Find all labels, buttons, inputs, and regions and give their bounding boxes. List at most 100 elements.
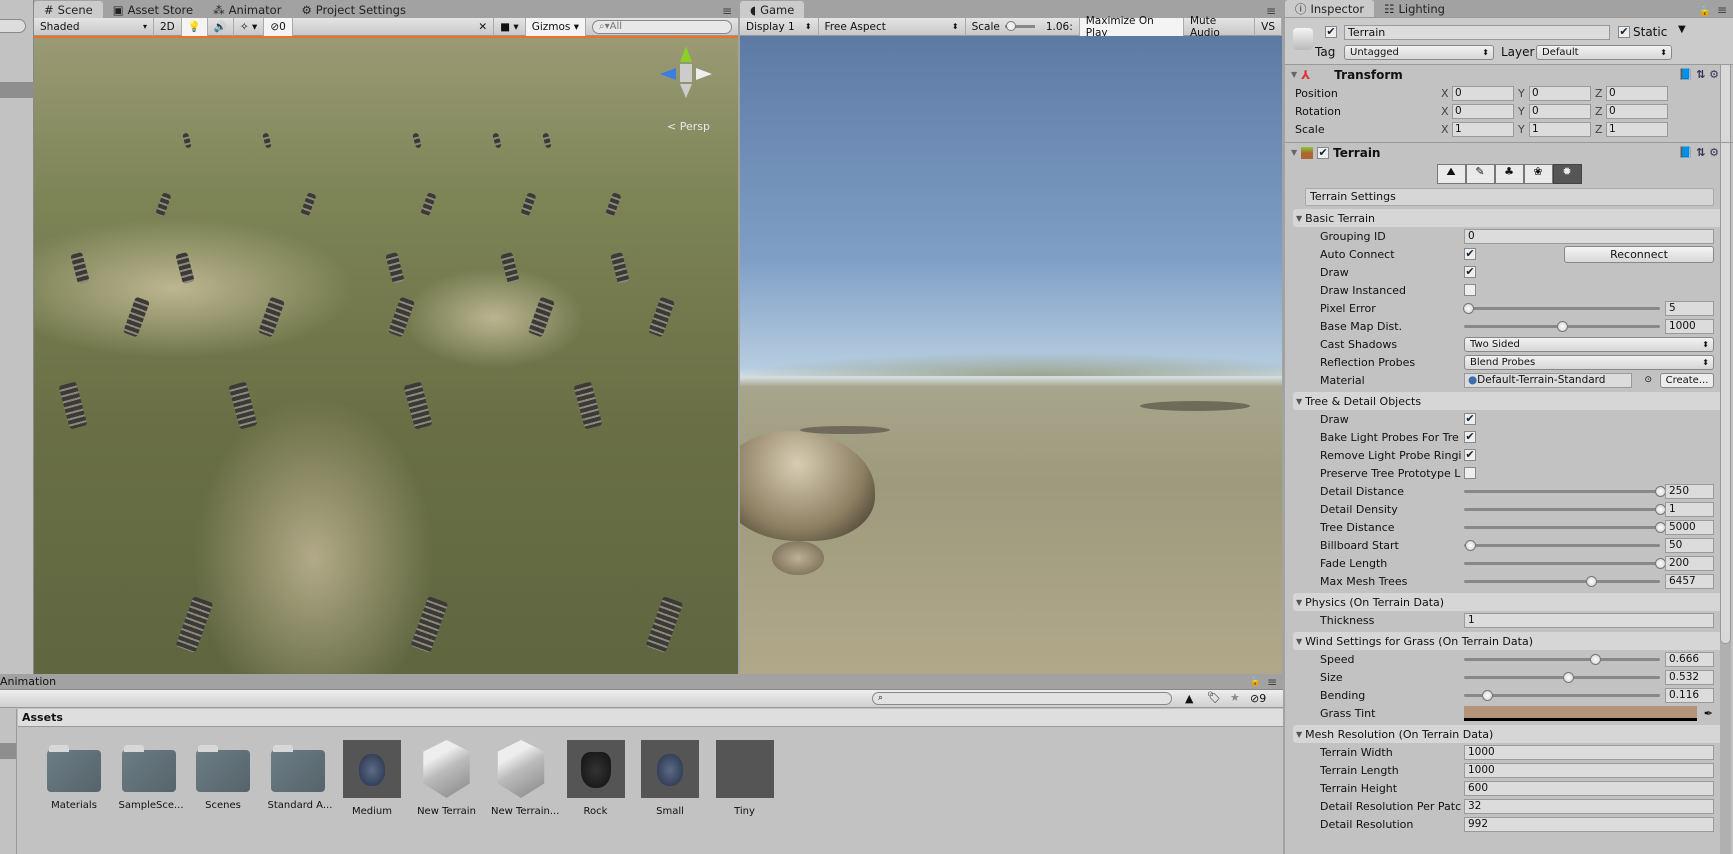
tab-animation[interactable]: Animation (0, 675, 56, 688)
gizmos-dropdown[interactable]: Gizmos ▾ (525, 17, 586, 36)
section-header[interactable]: ▼ Physics (On Terrain Data) (1293, 593, 1727, 611)
favorites-star-icon[interactable]: ★ (1230, 691, 1240, 704)
asset-item[interactable]: Tiny (715, 740, 775, 817)
eyedropper-icon[interactable]: ✒ (1704, 707, 1713, 720)
tab-game[interactable]: ◖ Game (740, 1, 805, 18)
static-checkbox[interactable]: ✔ (1618, 26, 1630, 38)
value-field[interactable]: 32 (1464, 798, 1714, 814)
audio-toggle-icon[interactable]: 🔊 (208, 17, 234, 36)
slider-value-field[interactable]: 5000 (1665, 519, 1714, 535)
layer-dropdown[interactable]: Default (1536, 45, 1672, 60)
asset-item[interactable]: New Terrain (417, 740, 477, 817)
static-dropdown-icon[interactable]: ▼ (1678, 24, 1686, 35)
value-field[interactable]: 0 (1464, 228, 1714, 244)
tab-project-settings[interactable]: ⚙ Project Settings (291, 1, 415, 18)
checkbox[interactable]: ✔ (1464, 431, 1476, 443)
hidden-packages-toggle[interactable]: ⊘9 (1250, 692, 1266, 705)
value-field[interactable]: 992 (1464, 816, 1714, 832)
panel-menu-icon[interactable]: ≡ (1267, 675, 1277, 689)
section-header[interactable]: ▼ Wind Settings for Grass (On Terrain Dat… (1293, 632, 1727, 650)
place-trees-tool-icon[interactable]: ♣ (1494, 164, 1524, 184)
raise-terrain-tool-icon[interactable]: ⛰ (1436, 164, 1466, 184)
lock-icon[interactable]: 🔓 (1250, 677, 1261, 687)
scene-viewport[interactable]: < Persp (34, 36, 738, 674)
effects-dropdown-icon[interactable]: ✧ ▾ (234, 17, 265, 36)
section-header[interactable]: ▼ Tree & Detail Objects (1293, 392, 1727, 410)
slider-knob[interactable] (1563, 672, 1575, 683)
panel-menu-icon[interactable]: ≡ (1717, 3, 1727, 17)
display-dropdown[interactable]: Display 1 ⬍ (740, 17, 819, 36)
shading-mode-dropdown[interactable]: Shaded ▾ (34, 17, 154, 36)
section-header[interactable]: ▼ Mesh Resolution (On Terrain Data) (1293, 725, 1727, 743)
x-field[interactable]: 1 (1452, 121, 1514, 137)
slider-track[interactable] (1464, 321, 1660, 332)
slider-value-field[interactable]: 1000 (1665, 318, 1714, 334)
asset-item[interactable]: Standard A... (268, 740, 332, 811)
slider-value-field[interactable]: 0.666 (1665, 651, 1714, 667)
dropdown[interactable]: Blend Probes (1464, 354, 1714, 370)
z-field[interactable]: 0 (1606, 85, 1668, 101)
asset-item[interactable]: SampleSce... (119, 740, 184, 811)
dropdown[interactable]: Two Sided (1464, 336, 1714, 352)
slider-track[interactable] (1464, 690, 1660, 701)
slider-track[interactable] (1464, 486, 1666, 497)
scene-search-input[interactable]: ⌕▾All (592, 19, 732, 34)
asset-item[interactable]: Medium (342, 740, 402, 817)
slider-value-field[interactable]: 1 (1665, 501, 1714, 517)
slider-value-field[interactable]: 0.532 (1665, 669, 1714, 685)
value-field[interactable]: 1000 (1464, 744, 1714, 760)
tab-scene[interactable]: # Scene (34, 1, 103, 18)
checkbox[interactable] (1464, 284, 1476, 296)
value-field[interactable]: 1 (1464, 612, 1714, 628)
persp-label[interactable]: < Persp (667, 120, 710, 133)
slider-knob[interactable] (1589, 654, 1601, 665)
terrain-component-header[interactable]: ▼ ✔ Terrain 📘 ⇅ ⚙ (1285, 142, 1733, 162)
paint-brush-tool-icon[interactable]: ✎ (1465, 164, 1495, 184)
scale-slider-knob[interactable] (1006, 21, 1017, 31)
paint-details-tool-icon[interactable]: ❀ (1523, 164, 1553, 184)
lighting-toggle-icon[interactable]: 💡 (181, 17, 208, 36)
slider-value-field[interactable]: 6457 (1665, 573, 1714, 589)
auto-connect-checkbox[interactable]: ✔ (1464, 248, 1476, 260)
asset-item[interactable]: Small (640, 740, 700, 817)
slider-knob[interactable] (1481, 690, 1493, 701)
slider-track[interactable] (1464, 540, 1660, 551)
checkbox[interactable]: ✔ (1464, 413, 1476, 425)
hierarchy-selected-row[interactable] (0, 82, 34, 98)
slider-knob[interactable] (1557, 321, 1568, 332)
material-object-field[interactable]: ●Default-Terrain-Standard (1464, 372, 1632, 388)
grass-tint-color-field[interactable] (1464, 705, 1697, 721)
tab-animator[interactable]: ⁂ Animator (203, 1, 291, 18)
object-name-input[interactable]: Terrain (1344, 25, 1610, 40)
aspect-dropdown[interactable]: Free Aspect ⬍ (819, 17, 966, 36)
slider-value-field[interactable]: 250 (1665, 483, 1714, 499)
panel-menu-icon[interactable]: ≡ (1266, 4, 1276, 18)
lock-icon[interactable]: 🔒 (1698, 6, 1710, 17)
slider-track[interactable] (1464, 672, 1660, 683)
reconnect-button[interactable]: Reconnect (1564, 246, 1714, 263)
2d-toggle[interactable]: 2D (154, 17, 182, 36)
scale-slider[interactable] (1004, 21, 1035, 31)
z-field[interactable]: 1 (1606, 121, 1668, 137)
maximize-on-play-toggle[interactable]: Maximize On Play (1079, 15, 1184, 39)
x-field[interactable]: 0 (1452, 85, 1514, 101)
object-picker-icon[interactable]: ⊙ (1644, 375, 1652, 385)
asset-item[interactable]: Materials (44, 740, 104, 811)
asset-item[interactable]: New Terrain... (491, 740, 559, 817)
tab-lighting[interactable]: ☷ Lighting (1374, 0, 1455, 17)
slider-knob[interactable] (1586, 576, 1598, 587)
y-field[interactable]: 0 (1529, 103, 1591, 119)
scene-orientation-gizmo[interactable] (658, 46, 718, 116)
slider-track[interactable] (1464, 654, 1660, 665)
asset-item[interactable]: Scenes (193, 740, 253, 811)
assets-breadcrumb[interactable]: Assets (18, 709, 1283, 727)
vs-toggle[interactable]: VS (1255, 17, 1282, 36)
slider-value-field[interactable]: 5 (1665, 300, 1714, 316)
slider-value-field[interactable]: 0.116 (1665, 687, 1714, 703)
x-field[interactable]: 0 (1452, 103, 1514, 119)
active-checkbox[interactable]: ✔ (1325, 26, 1337, 38)
slider-track[interactable] (1464, 522, 1666, 533)
tag-dropdown[interactable]: Untagged (1344, 45, 1494, 60)
z-field[interactable]: 0 (1606, 103, 1668, 119)
slider-value-field[interactable]: 200 (1665, 555, 1714, 571)
